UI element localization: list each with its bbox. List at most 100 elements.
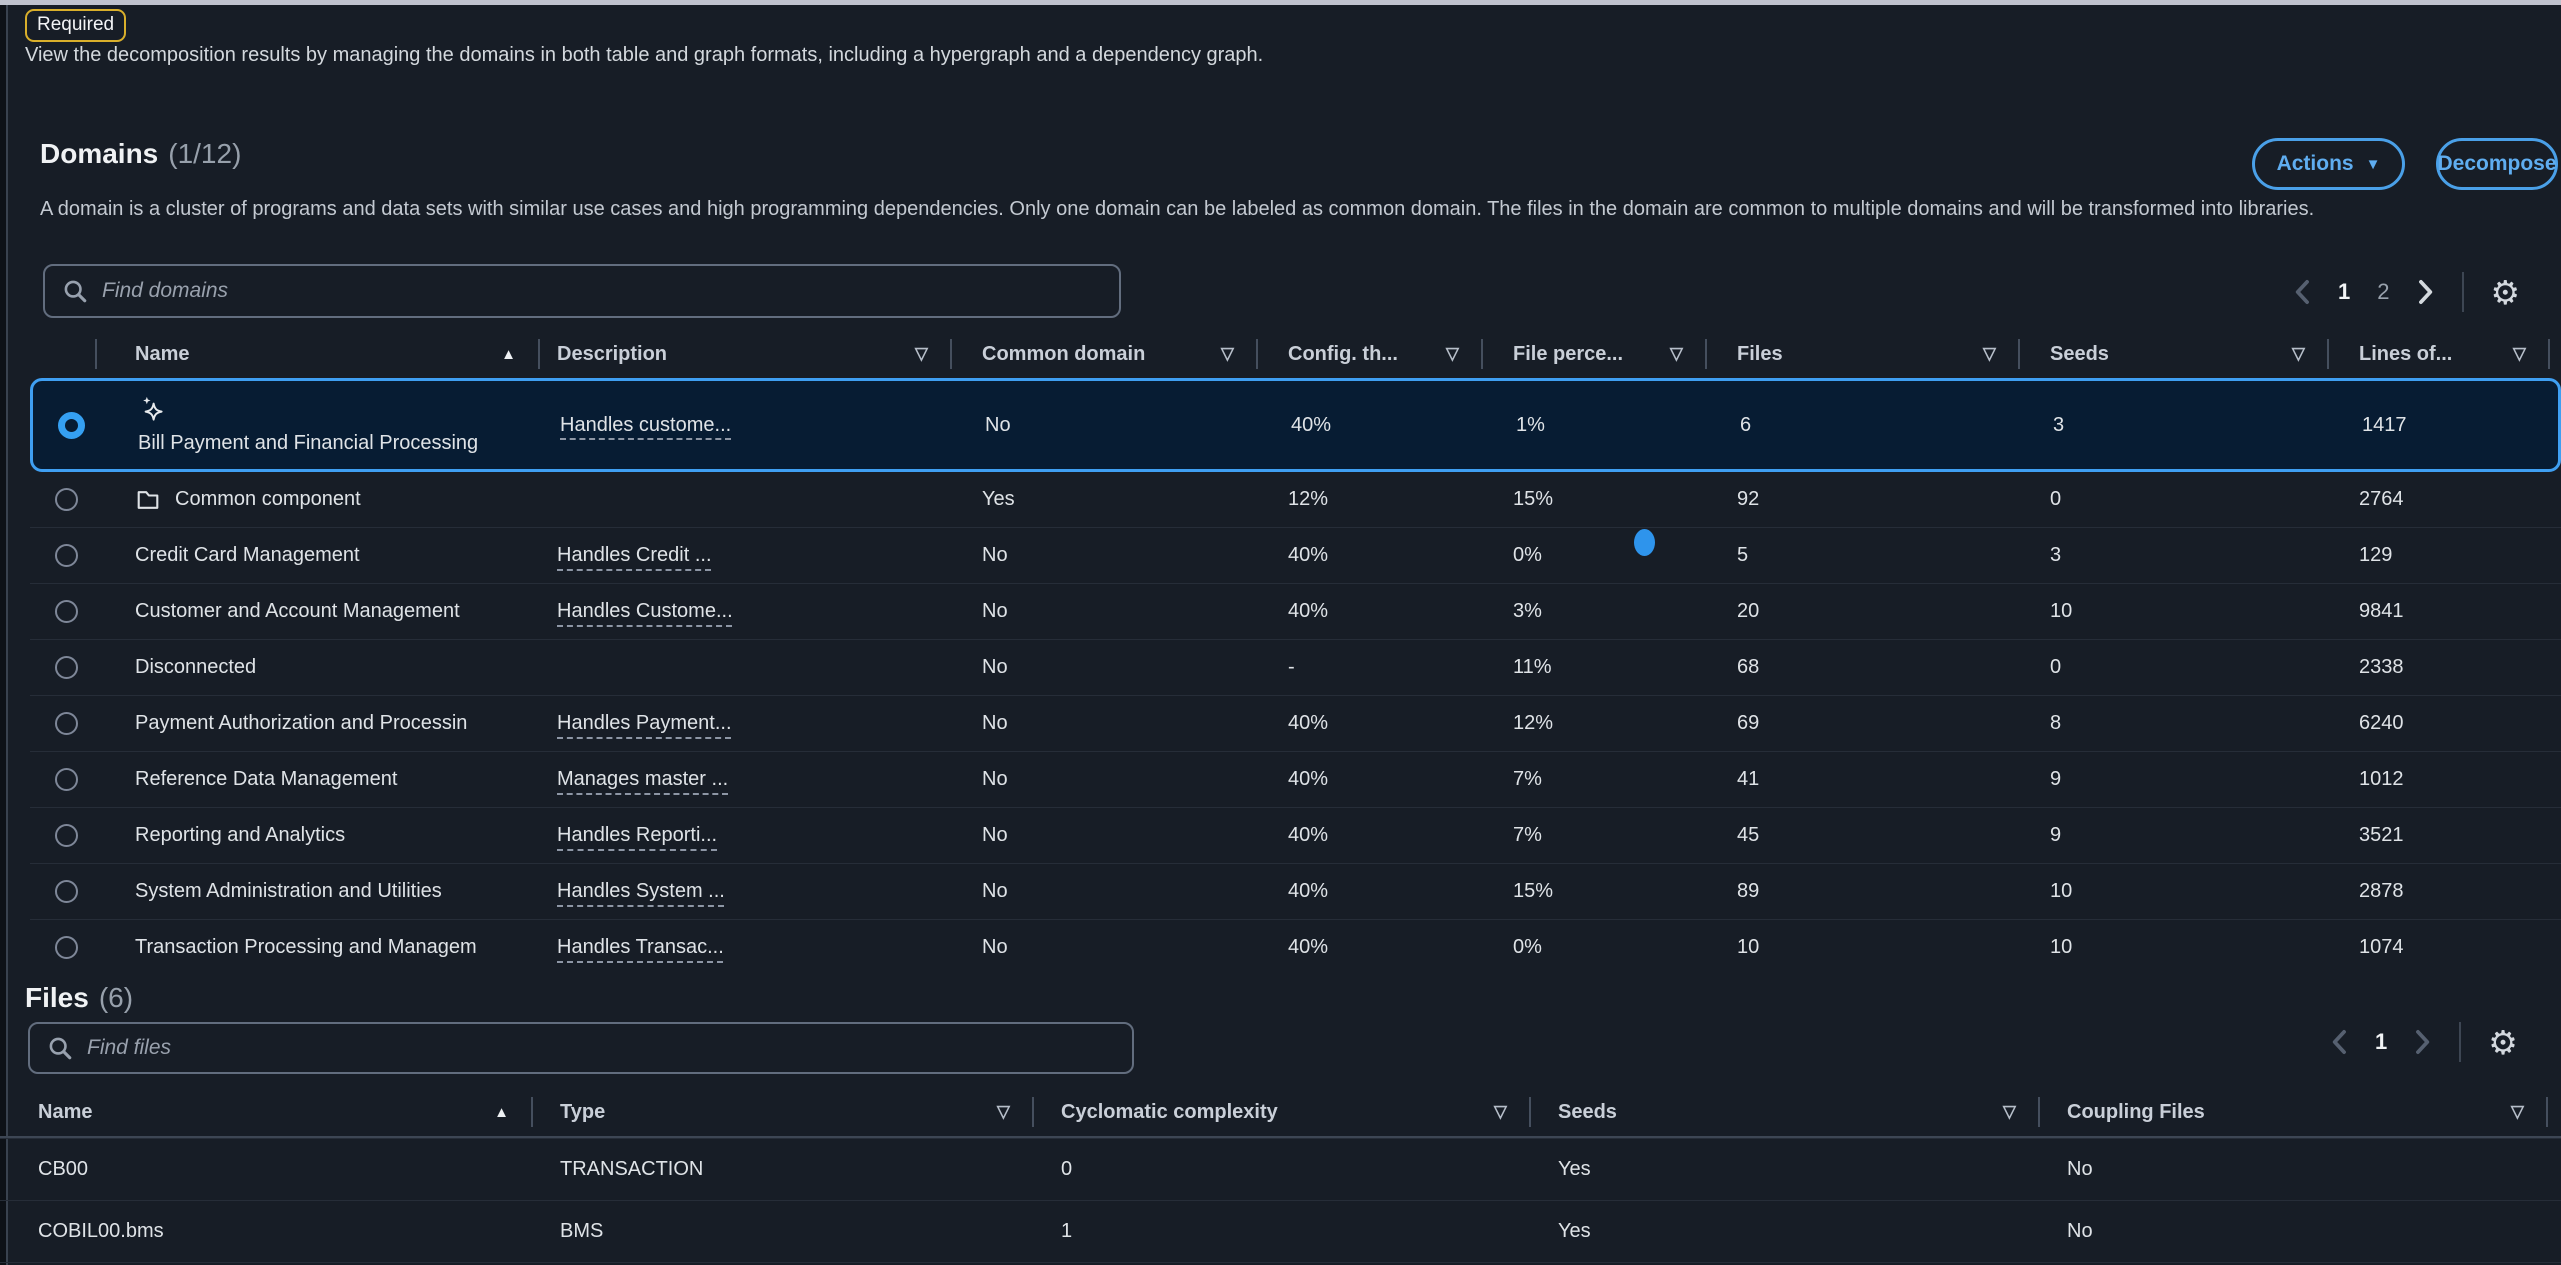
domain-table-row[interactable]: Payment Authorization and ProcessinHandl… <box>30 695 2561 751</box>
page-number-1[interactable]: 1 <box>2338 279 2350 305</box>
domain-table-row[interactable]: Customer and Account ManagementHandles C… <box>30 583 2561 639</box>
domain-description-cell <box>540 640 952 695</box>
column-header-config-th[interactable]: Config. th...▽ <box>1258 330 1483 378</box>
filter-icon[interactable]: ▽ <box>2511 1102 2524 1122</box>
page-number-1[interactable]: 1 <box>2375 1029 2387 1055</box>
domain-radio-button[interactable] <box>55 824 78 847</box>
domain-description-link[interactable]: Handles custome... <box>560 414 731 437</box>
column-header-type[interactable]: Type▽ <box>533 1088 1034 1136</box>
column-header-name[interactable]: Name▲ <box>0 1088 533 1136</box>
domain-name-cell: Reference Data Management <box>97 752 540 807</box>
filter-icon[interactable]: ▽ <box>2003 1102 2016 1122</box>
domains-count: (1/12) <box>168 138 241 169</box>
config-threshold-cell: 40% <box>1258 696 1483 751</box>
domain-radio-button[interactable] <box>55 656 78 679</box>
filter-icon[interactable]: ▽ <box>1983 344 1996 364</box>
column-header-seeds[interactable]: Seeds ▽ <box>1531 1088 2040 1136</box>
file-seeds-cell: Yes <box>1531 1201 2040 1262</box>
column-header-file-perce[interactable]: File perce...▽ <box>1483 330 1707 378</box>
domain-description-link[interactable]: Handles Credit ... <box>557 544 712 567</box>
file-name-cell: COBIL00.bms <box>0 1201 533 1262</box>
row-selection-cell <box>30 808 97 863</box>
file-table-row[interactable]: CB00TRANSACTION0YesNo <box>0 1138 2561 1200</box>
domain-table-row[interactable]: Reference Data Management Manages master … <box>30 751 2561 807</box>
lines-of-code-cell: 2338 <box>2329 640 2550 695</box>
files-count-cell: 41 <box>1707 752 2020 807</box>
filter-icon[interactable]: ▽ <box>997 1102 1010 1122</box>
row-selection-cell <box>33 381 100 469</box>
domain-description-link[interactable]: Handles System ... <box>557 880 725 903</box>
column-header-seeds[interactable]: Seeds▽ <box>2020 330 2329 378</box>
domain-radio-button[interactable] <box>55 544 78 567</box>
column-header-description[interactable]: Description▽ <box>540 330 952 378</box>
column-header-cyclomatic-complexity[interactable]: Cyclomatic complexity▽ <box>1034 1088 1531 1136</box>
row-spacer <box>2550 528 2561 583</box>
filter-icon[interactable]: ▽ <box>2513 344 2526 364</box>
domain-description-link[interactable]: Handles Payment... <box>557 712 732 735</box>
filter-icon[interactable]: ▽ <box>1494 1102 1507 1122</box>
seeds-count-cell: 3 <box>2023 381 2332 469</box>
column-header-lines-of[interactable]: Lines of...▽ <box>2329 330 2550 378</box>
filter-icon[interactable]: ▽ <box>915 344 928 364</box>
domain-radio-button[interactable] <box>55 600 78 623</box>
next-page-icon[interactable] <box>2414 1029 2432 1055</box>
column-header-files[interactable]: Files ▽ <box>1707 330 2020 378</box>
domain-radio-button[interactable] <box>55 488 78 511</box>
domain-table-row[interactable]: DisconnectedNo-11%6802338 <box>30 639 2561 695</box>
column-header-common-domain[interactable]: Common domain▽ <box>952 330 1258 378</box>
column-header-coupling-files[interactable]: Coupling Files▽ <box>2040 1088 2548 1136</box>
row-selection-cell <box>30 472 97 527</box>
domain-radio-button[interactable] <box>55 768 78 791</box>
page-number-2[interactable]: 2 <box>2377 279 2389 305</box>
domain-table-row[interactable]: Reporting and AnalyticsHandles Reporti..… <box>30 807 2561 863</box>
seeds-count-cell: 0 <box>2020 472 2329 527</box>
table-settings-gear-icon[interactable]: ⚙ <box>2488 1026 2518 1059</box>
domain-table-row[interactable]: System Administration and UtilitiesHandl… <box>30 863 2561 919</box>
seeds-count-cell: 8 <box>2020 696 2329 751</box>
actions-button[interactable]: Actions ▼ <box>2252 138 2405 190</box>
domain-description-link[interactable]: Handles Reporti... <box>557 824 717 847</box>
files-count-cell: 68 <box>1707 640 2020 695</box>
search-icon <box>47 1035 73 1061</box>
filter-icon[interactable]: ▽ <box>1221 344 1234 364</box>
lines-of-code-cell: 6240 <box>2329 696 2550 751</box>
filter-icon[interactable]: ▽ <box>1670 344 1683 364</box>
seeds-count-cell: 3 <box>2020 528 2329 583</box>
domain-table-row[interactable]: Common componentYes12%15%9202764 <box>30 472 2561 527</box>
file-table-row[interactable]: COBIL00.bmsBMS1YesNo <box>0 1200 2561 1262</box>
domain-description-link[interactable]: Handles Transac... <box>557 936 724 959</box>
domain-radio-button[interactable] <box>58 412 85 439</box>
domain-description-cell: Handles Credit ... <box>540 528 952 583</box>
column-header-label: Seeds <box>1558 1101 1995 1124</box>
filter-icon[interactable]: ▽ <box>1446 344 1459 364</box>
previous-page-icon[interactable] <box>2330 1029 2348 1055</box>
domains-search-input[interactable] <box>88 279 1119 303</box>
files-search-input[interactable] <box>73 1036 1132 1060</box>
selection-column-header <box>30 330 97 378</box>
next-page-icon[interactable] <box>2417 279 2435 305</box>
previous-page-icon[interactable] <box>2293 279 2311 305</box>
domain-description-link[interactable]: Manages master ... <box>557 768 728 791</box>
table-settings-gear-icon[interactable]: ⚙ <box>2491 276 2521 309</box>
seeds-count-cell: 10 <box>2020 584 2329 639</box>
file-type-cell: BMS <box>533 1201 1034 1262</box>
domain-table-row[interactable]: Credit Card ManagementHandles Credit ...… <box>30 527 2561 583</box>
row-spacer <box>2550 920 2561 975</box>
config-threshold-cell: 40% <box>1258 808 1483 863</box>
domain-radio-button[interactable] <box>55 712 78 735</box>
files-count: (6) <box>99 982 133 1013</box>
config-threshold-cell: - <box>1258 640 1483 695</box>
domains-table: Name▲Description▽Common domain▽Config. t… <box>30 330 2561 975</box>
filter-icon[interactable]: ▽ <box>2292 344 2305 364</box>
cyclomatic-complexity-cell: 0 <box>1034 1139 1531 1200</box>
column-header-name[interactable]: Name▲ <box>97 330 540 378</box>
domain-radio-button[interactable] <box>55 936 78 959</box>
lines-of-code-cell: 1074 <box>2329 920 2550 975</box>
column-header-label: Files <box>1737 343 1975 366</box>
domain-table-row[interactable]: Bill Payment and Financial ProcessingHan… <box>30 378 2561 472</box>
domain-description-link[interactable]: Handles Custome... <box>557 600 733 623</box>
row-selection-cell <box>30 528 97 583</box>
domain-radio-button[interactable] <box>55 880 78 903</box>
domain-table-row[interactable]: Transaction Processing and ManagemHandle… <box>30 919 2561 975</box>
decompose-button[interactable]: Decompose <box>2436 138 2558 190</box>
